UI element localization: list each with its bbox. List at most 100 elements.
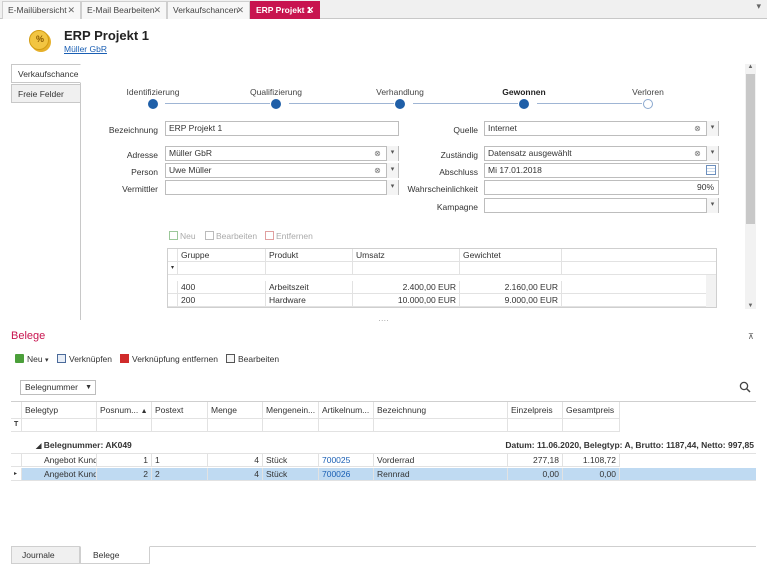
column-header-umsatz[interactable]: Umsatz [353, 249, 460, 262]
table-row[interactable]: 200 Hardware 10.000,00 EUR 9.000,00 EUR [168, 294, 716, 307]
filter-cell[interactable] [263, 419, 319, 432]
filter-cell[interactable] [208, 419, 263, 432]
quelle-field[interactable]: Internet ⊗ ▾ [484, 121, 719, 136]
adresse-field[interactable]: Müller GbR ⊗ ▾ [165, 146, 399, 161]
cell-mengeneinheit: Stück [263, 468, 319, 481]
stage-connector [165, 103, 270, 104]
filter-cell[interactable] [563, 419, 620, 432]
filter-cell[interactable] [22, 419, 97, 432]
cell-artikelnummer[interactable]: 700025 [319, 454, 374, 467]
cell-postext: 1 [152, 454, 208, 467]
calendar-icon[interactable] [706, 165, 716, 175]
filter-icon[interactable]: T [11, 419, 22, 432]
sort-desc-icon[interactable]: ▼ [85, 381, 92, 394]
cell-menge: 4 [208, 468, 263, 481]
belege-unlink-button[interactable]: Verknüpfung entfernen [120, 354, 218, 364]
belege-new-button[interactable]: Neu ▾ [15, 354, 48, 364]
column-header-gesamtpreis[interactable]: Gesamtpreis [563, 402, 620, 419]
filter-cell[interactable] [374, 419, 508, 432]
cell-artikelnummer[interactable]: 700026 [319, 468, 374, 481]
side-tab-verkaufschance[interactable]: Verkaufschance [11, 64, 81, 83]
belege-link-button[interactable]: Verknüpfen [57, 354, 112, 364]
chevron-down-icon[interactable]: ▾ [45, 357, 49, 364]
filter-cell[interactable] [460, 262, 562, 275]
tab-journale[interactable]: Journale [11, 546, 80, 564]
close-icon[interactable]: ✕ [306, 2, 314, 18]
table-row-selected[interactable]: ▸ Angebot Kund 2 2 4 Stück 700026 Rennra… [11, 468, 756, 481]
side-tab-freie-felder[interactable]: Freie Felder [11, 84, 81, 103]
company-link[interactable]: Müller GbR [64, 44, 107, 54]
position-edit-button[interactable]: Bearbeiten [205, 231, 257, 241]
clear-icon[interactable]: ⊗ [372, 147, 383, 160]
filter-cell[interactable] [353, 262, 460, 275]
tab-email-bearbeiten[interactable]: E-Mail Bearbeiten ✕ [81, 1, 167, 19]
scrollbar-thumb[interactable] [746, 74, 755, 224]
chevron-down-icon[interactable]: ▾ [756, 1, 761, 12]
clear-icon[interactable]: ⊗ [692, 147, 703, 160]
cell-umsatz: 10.000,00 EUR [353, 294, 460, 307]
column-header-mengeneinheit[interactable]: Mengenein... [263, 402, 319, 419]
grid-scrollbar[interactable] [706, 275, 716, 307]
vermittler-field[interactable]: ▾ [165, 180, 399, 195]
column-header-gewichtet[interactable]: Gewichtet [460, 249, 562, 262]
filter-cell[interactable] [319, 419, 374, 432]
search-icon[interactable] [739, 381, 751, 393]
chevron-down-icon[interactable]: ▾ [706, 146, 718, 161]
cell-gesamtpreis: 0,00 [563, 468, 620, 481]
column-header-bezeichnung[interactable]: Bezeichnung [374, 402, 508, 419]
filter-cell[interactable] [508, 419, 563, 432]
column-header-postext[interactable]: Postext [152, 402, 208, 419]
stage-dot-verhandlung[interactable] [395, 99, 405, 109]
table-row[interactable]: 400 Arbeitszeit 2.400,00 EUR 2.160,00 EU… [168, 281, 716, 294]
filter-cell[interactable] [97, 419, 152, 432]
column-header-belegtyp[interactable]: Belegtyp [22, 402, 97, 419]
column-header-einzelpreis[interactable]: Einzelpreis [508, 402, 563, 419]
kampagne-field[interactable]: ▾ [484, 198, 719, 213]
group-by-field-chip[interactable]: Belegnummer ▼ [20, 380, 96, 395]
pane-splitter[interactable]: ···· [0, 317, 767, 326]
chevron-down-icon[interactable]: ▾ [706, 198, 718, 213]
expand-toggle-icon[interactable]: ◢ [36, 443, 41, 450]
close-icon[interactable]: ✕ [153, 2, 161, 18]
column-header-posnum[interactable]: Posnum... ▲ [97, 402, 152, 419]
tab-email-uebersicht[interactable]: E-Mailübersicht ✕ [2, 1, 81, 19]
clear-icon[interactable]: ⊗ [692, 122, 703, 135]
stage-dot-qualifizierung[interactable] [271, 99, 281, 109]
tab-erp-projekt-1[interactable]: ERP Projekt 1 ✕ [250, 1, 320, 19]
form-scrollbar[interactable]: ▲ ▼ [745, 64, 756, 309]
person-field[interactable]: Uwe Müller ⊗ ▾ [165, 163, 399, 178]
close-icon[interactable]: ✕ [67, 2, 75, 18]
pin-icon[interactable]: ⊼ [748, 332, 754, 341]
column-header-artikelnummer[interactable]: Artikelnum... [319, 402, 374, 419]
scroll-down-icon[interactable]: ▼ [745, 303, 756, 309]
group-row[interactable]: ◢ Belegnummer: AK049 Datum: 11.06.2020, … [11, 437, 756, 454]
button-label: Neu [180, 231, 196, 241]
tab-verkaufschancen[interactable]: Verkaufschancen ✕ [167, 1, 250, 19]
close-icon[interactable]: ✕ [236, 2, 244, 18]
filter-cell[interactable] [266, 262, 353, 275]
table-row[interactable]: Angebot Kund 1 1 4 Stück 700025 Vorderra… [11, 454, 756, 467]
stage-dot-verloren[interactable] [643, 99, 653, 109]
unlink-icon [120, 354, 129, 363]
column-header-produkt[interactable]: Produkt [266, 249, 353, 262]
tab-belege[interactable]: Belege [80, 546, 150, 564]
column-header-menge[interactable]: Menge [208, 402, 263, 419]
zustaendig-field[interactable]: Datensatz ausgewählt ⊗ ▾ [484, 146, 719, 161]
position-remove-button[interactable]: Entfernen [265, 231, 313, 241]
scroll-up-icon[interactable]: ▲ [745, 64, 756, 70]
stage-dot-identifizierung[interactable] [148, 99, 158, 109]
filter-cell[interactable] [152, 419, 208, 432]
bezeichnung-field[interactable]: ERP Projekt 1 [165, 121, 399, 136]
row-indicator-cell [168, 294, 178, 307]
clear-icon[interactable]: ⊗ [372, 164, 383, 177]
cell-gewichtet: 9.000,00 EUR [460, 294, 562, 307]
filter-icon[interactable]: ▾ [168, 262, 178, 275]
stage-dot-gewonnen[interactable] [519, 99, 529, 109]
column-header-gruppe[interactable]: Gruppe [178, 249, 266, 262]
belege-edit-button[interactable]: Bearbeiten [226, 354, 279, 364]
filter-cell[interactable] [178, 262, 266, 275]
wahrscheinlichkeit-field[interactable]: 90% [484, 180, 719, 195]
abschluss-date-field[interactable]: Mi 17.01.2018 [484, 163, 719, 178]
position-new-button[interactable]: Neu [169, 231, 196, 241]
chevron-down-icon[interactable]: ▾ [706, 121, 718, 136]
